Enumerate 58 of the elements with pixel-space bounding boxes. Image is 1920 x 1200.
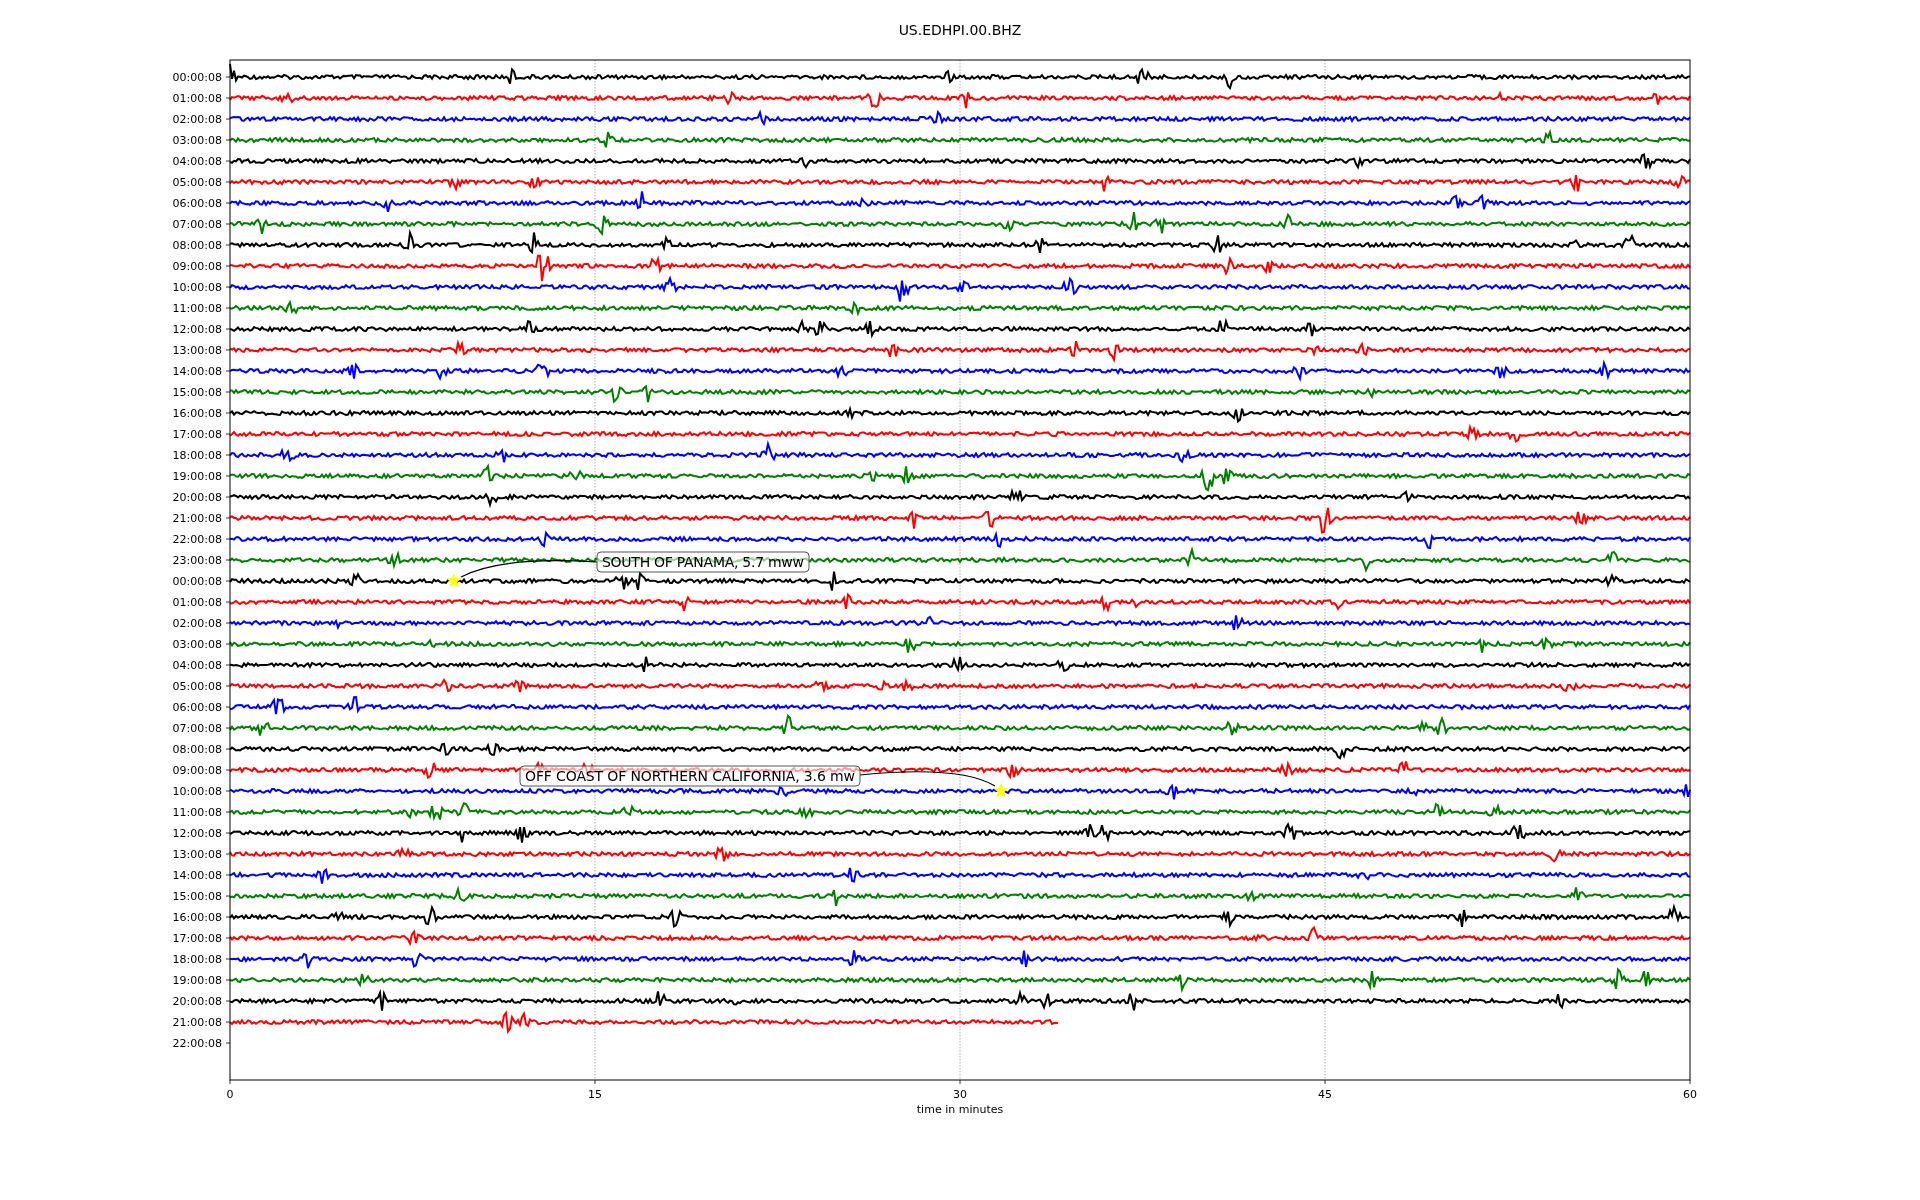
y-tick-label: 22:00:08 bbox=[172, 1037, 222, 1050]
x-tick-label: 0 bbox=[226, 1088, 234, 1101]
y-tick-label: 10:00:08 bbox=[172, 281, 222, 294]
y-tick-label: 06:00:08 bbox=[172, 197, 222, 210]
y-tick-label: 00:00:08 bbox=[172, 71, 222, 84]
y-tick-label: 04:00:08 bbox=[172, 155, 222, 168]
y-tick-label: 05:00:08 bbox=[172, 176, 222, 189]
y-tick-label: 07:00:08 bbox=[172, 722, 222, 735]
y-tick-label: 16:00:08 bbox=[172, 911, 222, 924]
y-tick-label: 00:00:08 bbox=[172, 575, 222, 588]
y-tick-label: 09:00:08 bbox=[172, 260, 222, 273]
y-tick-label: 17:00:08 bbox=[172, 428, 222, 441]
star-icon bbox=[993, 783, 1009, 798]
y-tick-label: 23:00:08 bbox=[172, 554, 222, 567]
star-icon bbox=[446, 573, 462, 588]
y-tick-label: 14:00:08 bbox=[172, 869, 222, 882]
x-tick-label: 45 bbox=[1318, 1088, 1332, 1101]
y-tick-label: 10:00:08 bbox=[172, 785, 222, 798]
event-label: OFF COAST OF NORTHERN CALIFORNIA, 3.6 mw bbox=[519, 765, 861, 787]
y-tick-label: 13:00:08 bbox=[172, 848, 222, 861]
y-tick-label: 13:00:08 bbox=[172, 344, 222, 357]
x-axis-label: time in minutes bbox=[916, 1103, 1004, 1116]
y-tick-label: 02:00:08 bbox=[172, 113, 222, 126]
y-tick-label: 15:00:08 bbox=[172, 890, 222, 903]
y-tick-label: 16:00:08 bbox=[172, 407, 222, 420]
y-tick-label: 11:00:08 bbox=[172, 302, 222, 315]
y-tick-label: 08:00:08 bbox=[172, 239, 222, 252]
y-tick-label: 04:00:08 bbox=[172, 659, 222, 672]
y-tick-label: 22:00:08 bbox=[172, 533, 222, 546]
y-tick-label: 19:00:08 bbox=[172, 974, 222, 987]
y-tick-label: 03:00:08 bbox=[172, 134, 222, 147]
y-tick-label: 19:00:08 bbox=[172, 470, 222, 483]
y-tick-label: 12:00:08 bbox=[172, 323, 222, 336]
y-tick-label: 21:00:08 bbox=[172, 1016, 222, 1029]
y-tick-label: 01:00:08 bbox=[172, 92, 222, 105]
x-tick-label: 15 bbox=[588, 1088, 602, 1101]
y-tick-label: 11:00:08 bbox=[172, 806, 222, 819]
y-tick-label: 03:00:08 bbox=[172, 638, 222, 651]
y-tick-label: 17:00:08 bbox=[172, 932, 222, 945]
y-tick-label: 08:00:08 bbox=[172, 743, 222, 756]
y-tick-label: 20:00:08 bbox=[172, 491, 222, 504]
x-tick-label: 60 bbox=[1683, 1088, 1697, 1101]
plot-title: US.EDHPI.00.BHZ bbox=[898, 22, 1022, 38]
y-tick-label: 15:00:08 bbox=[172, 386, 222, 399]
y-tick-label: 02:00:08 bbox=[172, 617, 222, 630]
y-tick-label: 05:00:08 bbox=[172, 680, 222, 693]
y-tick-label: 12:00:08 bbox=[172, 827, 222, 840]
y-tick-label: 20:00:08 bbox=[172, 995, 222, 1008]
event-label: SOUTH OF PANAMA, 5.7 mww bbox=[596, 551, 810, 573]
y-tick-label: 01:00:08 bbox=[172, 596, 222, 609]
y-tick-label: 18:00:08 bbox=[172, 953, 222, 966]
y-tick-label: 18:00:08 bbox=[172, 449, 222, 462]
y-tick-label: 06:00:08 bbox=[172, 701, 222, 714]
x-tick-label: 30 bbox=[953, 1088, 967, 1101]
y-tick-label: 21:00:08 bbox=[172, 512, 222, 525]
y-tick-label: 07:00:08 bbox=[172, 218, 222, 231]
y-tick-label: 14:00:08 bbox=[172, 365, 222, 378]
y-tick-label: 09:00:08 bbox=[172, 764, 222, 777]
